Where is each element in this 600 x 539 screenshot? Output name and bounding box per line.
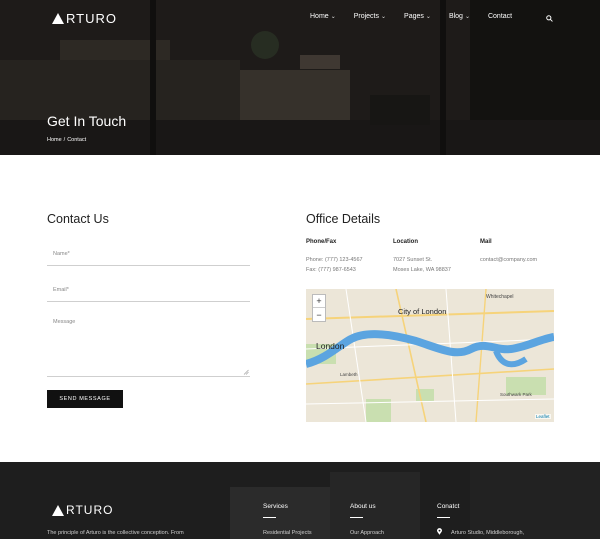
email-field[interactable]: Email* (47, 284, 250, 302)
message-placeholder: Message (53, 319, 76, 325)
footer-divider (437, 517, 450, 518)
main-nav: Home ⌄ Projects ⌄ Pages ⌄ Blog ⌄ Contact (310, 13, 512, 20)
address-line-1: 7027 Sunset St. (393, 257, 433, 263)
footer-divider (350, 517, 363, 518)
mail-heading: Mail (480, 239, 492, 245)
resize-handle-icon[interactable] (243, 369, 249, 375)
nav-pages-label: Pages (404, 13, 424, 20)
email-placeholder: Email* (53, 287, 69, 293)
chevron-down-icon: ⌄ (381, 14, 387, 20)
footer-logo[interactable]: RTURO (52, 503, 113, 517)
breadcrumb-current: Contact (67, 137, 87, 143)
site-footer (0, 462, 600, 539)
nav-contact[interactable]: Contact (488, 13, 512, 20)
address-line-2: Moses Lake, WA 98837 (393, 267, 451, 273)
message-field[interactable]: Message (47, 316, 250, 377)
search-icon[interactable] (546, 15, 553, 22)
footer-address: Arturo Studio, Middleborough, (451, 530, 525, 536)
map-label-whitechapel: Whitechapel (486, 294, 514, 300)
zoom-out-button[interactable]: − (313, 308, 325, 321)
chevron-down-icon: ⌄ (425, 14, 431, 20)
map-label-london: London (316, 341, 345, 351)
footer-divider (263, 517, 276, 518)
footer-link-residential-projects[interactable]: Residential Projects (263, 530, 312, 536)
nav-projects[interactable]: Projects ⌄ (354, 13, 386, 20)
office-details-heading: Office Details (306, 212, 381, 226)
logo-a-icon (52, 13, 64, 24)
site-logo[interactable]: RTURO (52, 11, 117, 26)
contact-us-heading: Contact Us (47, 212, 109, 226)
breadcrumb: Home / Contact (47, 137, 86, 143)
leaflet-attribution-link[interactable]: Leaflet (535, 414, 551, 419)
chevron-down-icon: ⌄ (330, 14, 336, 20)
name-placeholder: Name* (53, 251, 70, 257)
name-field[interactable]: Name* (47, 248, 250, 266)
footer-services-heading: Services (263, 503, 288, 510)
breadcrumb-home[interactable]: Home (47, 137, 62, 143)
footer-logo-text: RTURO (66, 503, 114, 517)
location-pin-icon (437, 528, 442, 535)
footer-about-heading: About us (350, 503, 376, 510)
breadcrumb-separator: / (63, 137, 66, 143)
nav-pages[interactable]: Pages ⌄ (404, 13, 431, 20)
map-label-city-of-london: City of London (398, 307, 447, 316)
map-label-lambeth: Lambeth (340, 372, 358, 377)
nav-projects-label: Projects (353, 13, 380, 20)
nav-contact-label: Contact (487, 13, 513, 20)
footer-background-image (0, 462, 600, 539)
email-link[interactable]: contact@company.com (480, 255, 537, 265)
nav-home-label: Home (310, 13, 329, 20)
footer-link-our-approach[interactable]: Our Approach (350, 530, 384, 536)
footer-contact-heading: Conatct (437, 503, 460, 510)
nav-home[interactable]: Home ⌄ (310, 13, 336, 20)
page-title: Get In Touch (47, 113, 127, 129)
phone-fax-heading: Phone/Fax (306, 239, 337, 245)
footer-tagline: The principle of Arturo is the collectiv… (47, 530, 184, 536)
nav-blog-label: Blog (448, 13, 463, 20)
nav-blog[interactable]: Blog ⌄ (449, 13, 470, 20)
send-message-button[interactable]: SEND MESSAGE (47, 390, 123, 408)
chevron-down-icon: ⌄ (464, 14, 470, 20)
logo-text: RTURO (66, 11, 117, 26)
map-label-southwark-park: Southwark Park (500, 392, 532, 397)
map-zoom-control: + − (312, 294, 326, 322)
location-heading: Location (393, 239, 418, 245)
logo-a-icon (52, 504, 64, 516)
zoom-in-button[interactable]: + (313, 295, 325, 308)
phone-text: Phone: (777) 123-4567 (306, 257, 363, 263)
fax-text: Fax: (777) 987-6543 (306, 267, 356, 273)
